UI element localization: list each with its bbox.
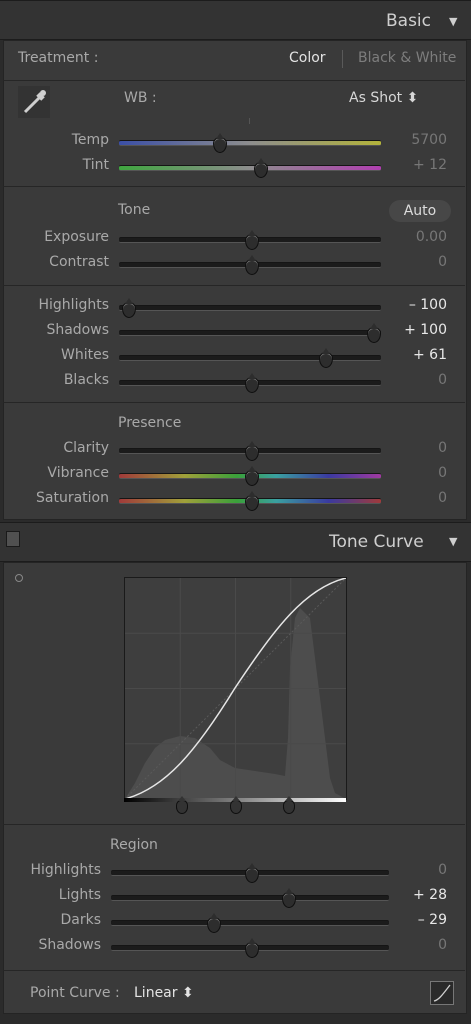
whites-slider-track[interactable]	[119, 355, 381, 361]
blacks-label: Blacks	[63, 372, 109, 388]
clarity-value[interactable]: 0	[377, 440, 447, 456]
contrast-value[interactable]: 0	[377, 254, 447, 270]
clarity-label: Clarity	[63, 440, 109, 456]
split-point-handle-3[interactable]	[283, 796, 295, 814]
curve-edit-icon	[433, 984, 451, 1002]
highlights-label: Highlights	[38, 297, 110, 313]
divider	[3, 402, 465, 403]
treatment-label: Treatment :	[18, 50, 99, 66]
exposure-value[interactable]: 0.00	[377, 229, 447, 245]
region-shadows-label: Shadows	[38, 937, 101, 953]
panel-toggle-switch[interactable]	[6, 531, 20, 547]
region-lights-label: Lights	[58, 887, 101, 903]
shadows-slider-track[interactable]	[119, 330, 381, 336]
saturation-label: Saturation	[36, 490, 109, 506]
region-section-title: Region	[110, 837, 158, 853]
treatment-color-option[interactable]: Color	[289, 50, 326, 66]
tone-section-title: Tone	[118, 202, 151, 218]
contrast-label: Contrast	[49, 254, 109, 270]
tone-curve-panel-title: Tone Curve	[329, 532, 424, 552]
shadows-value[interactable]: + 100	[377, 322, 447, 338]
targeted-adjustment-icon[interactable]	[15, 574, 23, 582]
region-lights-value[interactable]: + 28	[377, 887, 447, 903]
auto-tone-button[interactable]: Auto	[389, 200, 451, 222]
divider	[3, 285, 465, 286]
temp-label: Temp	[71, 132, 109, 148]
region-darks-slider-track[interactable]	[111, 920, 389, 926]
eyedropper-icon[interactable]	[18, 86, 50, 118]
wb-preset-select[interactable]: As Shot ⬍	[349, 90, 418, 106]
tone-curve-graph[interactable]	[124, 577, 347, 800]
whites-label: Whites	[60, 347, 109, 363]
region-darks-label: Darks	[60, 912, 101, 928]
highlights-value[interactable]: – 100	[377, 297, 447, 313]
presence-section-title: Presence	[118, 415, 182, 431]
point-curve-label: Point Curve :	[30, 985, 120, 1001]
region-highlights-label: Highlights	[30, 862, 102, 878]
divider	[3, 970, 465, 971]
region-darks-value[interactable]: – 29	[377, 912, 447, 928]
split-point-handle-2[interactable]	[230, 796, 242, 814]
wb-center-tick	[249, 118, 250, 124]
exposure-label: Exposure	[44, 229, 109, 245]
split-point-handle-1[interactable]	[176, 796, 188, 814]
region-lights-slider-track[interactable]	[111, 895, 389, 901]
tint-label: Tint	[82, 157, 109, 173]
divider	[3, 80, 465, 81]
divider	[3, 824, 465, 825]
highlights-slider-track[interactable]	[119, 305, 381, 311]
temp-value[interactable]: 5700	[377, 132, 447, 148]
vibrance-label: Vibrance	[47, 465, 109, 481]
basic-panel-header[interactable]: Basic ▼	[0, 0, 471, 40]
tint-value[interactable]: + 12	[377, 157, 447, 173]
basic-panel-title: Basic	[386, 11, 432, 31]
tone-curve-svg	[124, 577, 347, 800]
saturation-value[interactable]: 0	[377, 490, 447, 506]
point-curve-edit-button[interactable]	[430, 981, 454, 1005]
treatment-divider	[342, 50, 343, 68]
vibrance-value[interactable]: 0	[377, 465, 447, 481]
triangle-down-icon[interactable]: ▼	[449, 535, 457, 548]
tint-slider-track[interactable]	[119, 165, 381, 171]
region-shadows-value[interactable]: 0	[377, 937, 447, 953]
point-curve-select[interactable]: Linear ⬍	[134, 985, 194, 1001]
tone-curve-panel-header[interactable]: Tone Curve ▼	[0, 522, 471, 562]
blacks-value[interactable]: 0	[377, 372, 447, 388]
wb-label: WB :	[124, 90, 157, 106]
whites-value[interactable]: + 61	[377, 347, 447, 363]
region-highlights-value[interactable]: 0	[377, 862, 447, 878]
triangle-down-icon[interactable]: ▼	[449, 15, 457, 28]
temp-slider-track[interactable]	[119, 140, 381, 146]
treatment-bw-option[interactable]: Black & White	[358, 50, 456, 66]
divider	[3, 186, 465, 187]
shadows-label: Shadows	[46, 322, 109, 338]
